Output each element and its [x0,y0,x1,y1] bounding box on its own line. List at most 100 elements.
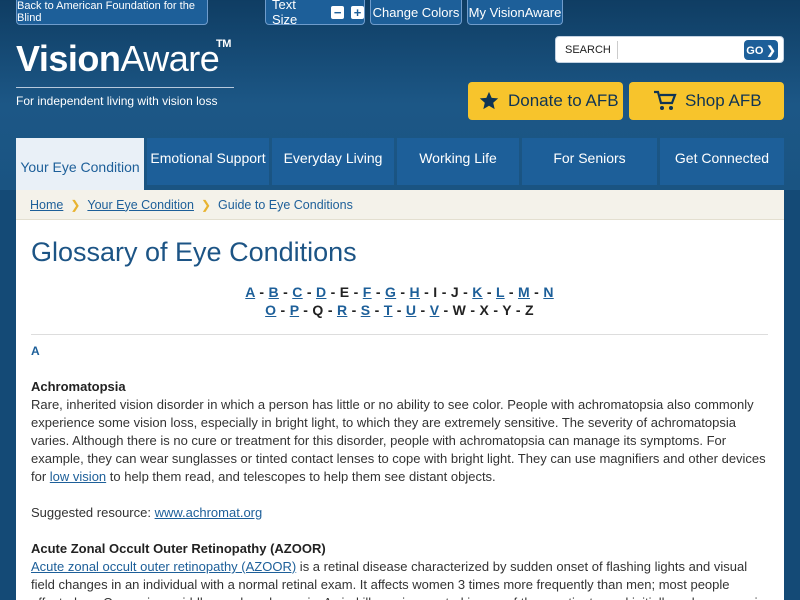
alphabet-separator: - [299,302,313,318]
alphabet-separator: - [255,284,269,300]
breadcrumb-home[interactable]: Home [30,198,63,212]
term-achromatopsia: Achromatopsia [31,379,126,394]
suggested-resource: Suggested resource: www.achromat.org [31,504,771,522]
back-to-afb-button[interactable]: Back to American Foundation for the Blin… [16,0,208,25]
resource-label: Suggested resource: [31,505,155,520]
alphabet-separator: - [323,302,337,318]
donate-button[interactable]: Donate to AFB [468,82,623,120]
low-vision-link[interactable]: low vision [50,469,106,484]
alphabet-separator: - [439,302,453,318]
trademark-mark: TM [216,38,231,50]
breadcrumb-your-eye-condition[interactable]: Your Eye Condition [87,198,194,212]
search-go-button[interactable]: GO ❯ [744,40,778,60]
increase-text-size-button[interactable]: + [351,5,364,19]
alphabet-letter-u[interactable]: U [406,302,416,318]
alphabet-separator: - [511,302,525,318]
alphabet-separator: - [529,284,544,300]
nav-everyday-living[interactable]: Everyday Living [272,138,394,185]
alphabet-letter-r[interactable]: R [337,302,347,318]
shopping-cart-icon [654,90,677,110]
alphabet-letter-f[interactable]: F [363,284,372,300]
visionaware-logo[interactable]: VisionAware TM [16,38,231,80]
alphabet-separator: - [437,284,451,300]
nav-get-connected[interactable]: Get Connected [660,138,784,185]
alphabet-letter-z: Z [525,302,534,318]
text-size-label: Text Size [272,0,298,27]
alphabet-letter-p[interactable]: P [290,302,299,318]
breadcrumb: Home ❯ Your Eye Condition ❯ Guide to Eye… [16,190,784,220]
alphabet-separator: - [489,302,503,318]
alphabet-separator: - [371,284,385,300]
shop-button[interactable]: Shop AFB [629,82,784,120]
search-divider [617,41,618,59]
alphabet-letter-k[interactable]: K [472,284,482,300]
search-box: SEARCH GO ❯ [555,36,784,63]
alphabet-letter-m[interactable]: M [518,284,530,300]
alphabet-separator: - [419,284,434,300]
alphabet-separator: - [326,284,340,300]
alphabet-separator: - [416,302,430,318]
change-colors-button[interactable]: Change Colors [370,0,462,25]
logo-text-light: Aware [120,38,220,79]
alphabet-letter-q: Q [312,302,324,318]
alphabet-index-row-2: O - P - Q - R - S - T - U - V - W - X - … [31,302,768,318]
definition-text: to help them read, and telescopes to hel… [106,469,496,484]
nav-for-seniors[interactable]: For Seniors [522,138,657,185]
alphabet-letter-c[interactable]: C [292,284,302,300]
chevron-right-icon: ❯ [70,197,81,212]
alphabet-letter-l[interactable]: L [496,284,505,300]
my-visionaware-button[interactable]: My VisionAware [467,0,563,25]
section-letter-a: A [31,344,40,358]
achromat-link[interactable]: www.achromat.org [155,505,263,520]
nav-emotional-support[interactable]: Emotional Support [147,138,269,185]
alphabet-separator: - [466,302,480,318]
text-size-control: Text Size − + [265,0,365,27]
logo-text-bold: Vision [16,38,121,79]
alphabet-letter-n[interactable]: N [543,284,553,300]
definition-achromatopsia: Rare, inherited vision disorder in which… [31,396,771,486]
alphabet-letter-e: E [339,284,350,300]
alphabet-letter-d[interactable]: D [316,284,326,300]
alphabet-separator: - [347,302,361,318]
site-tagline: For independent living with vision loss [16,94,218,108]
alphabet-separator: - [278,284,293,300]
alphabet-letter-w: W [452,302,467,318]
alphabet-separator: - [458,284,473,300]
term-azoor: Acute Zonal Occult Outer Retinopathy (AZ… [31,541,326,556]
alphabet-letter-x: X [479,302,490,318]
alphabet-separator: - [302,284,317,300]
alphabet-separator: - [370,302,384,318]
divider [31,334,768,335]
alphabet-letter-o[interactable]: O [265,302,276,318]
search-input[interactable] [622,40,740,60]
alphabet-letter-v[interactable]: V [430,302,440,318]
alphabet-separator: - [504,284,518,300]
chevron-right-icon: ❯ [200,197,212,212]
page-title: Glossary of Eye Conditions [31,237,357,267]
nav-your-eye-condition[interactable]: Your Eye Condition [16,138,144,190]
donate-label: Donate to AFB [508,91,619,110]
breadcrumb-current: Guide to Eye Conditions [218,197,353,212]
decrease-text-size-button[interactable]: − [331,5,345,19]
alphabet-letter-g[interactable]: G [385,284,396,300]
alphabet-letter-t[interactable]: T [384,302,393,318]
alphabet-letter-y: Y [502,302,512,318]
alphabet-separator: - [396,284,410,300]
alphabet-letter-h[interactable]: H [410,284,420,300]
definition-azoor: Acute zonal occult outer retinopathy (AZ… [31,558,771,600]
nav-working-life[interactable]: Working Life [397,138,519,185]
alphabet-separator: - [349,284,363,300]
alphabet-letter-j: J [450,284,459,300]
alphabet-letter-a[interactable]: A [245,284,255,300]
alphabet-separator: - [392,302,406,318]
alphabet-letter-s[interactable]: S [361,302,371,318]
logo-divider [16,87,234,88]
search-label: SEARCH [565,44,611,56]
main-navigation: Your Eye Condition Emotional Support Eve… [16,138,784,190]
azoor-link[interactable]: Acute zonal occult outer retinopathy (AZ… [31,559,296,574]
alphabet-letter-b[interactable]: B [269,284,279,300]
star-icon [479,91,499,110]
shop-label: Shop AFB [685,91,762,110]
alphabet-separator: - [482,284,497,300]
alphabet-separator: - [276,302,290,318]
